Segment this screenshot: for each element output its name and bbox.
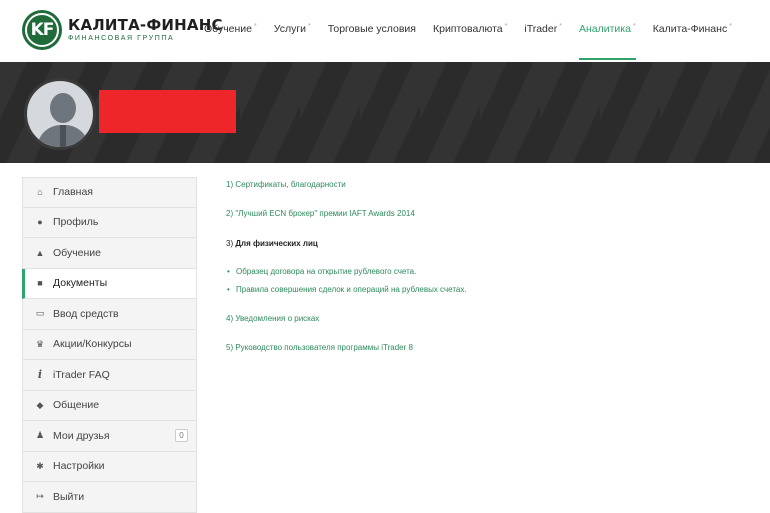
nav-item-label: Торговые условия xyxy=(327,23,416,35)
logo-text: КАЛИТА-ФИНАНС ФИНАНСОВАЯ ГРУППА xyxy=(68,17,223,43)
sign-out-icon: ↦ xyxy=(36,491,44,502)
caret-icon: * xyxy=(254,23,257,30)
sidebar-item-promotions[interactable]: ♛ Акции/Конкурсы xyxy=(22,329,197,360)
nav-item-label: Услуги xyxy=(273,23,307,35)
section-title: Для физических лиц xyxy=(235,239,318,248)
link-risk-notices[interactable]: 4) Уведомления о рисках xyxy=(226,314,319,323)
sidebar-item-itrader-faq[interactable]: i iTrader FAQ xyxy=(22,360,197,391)
avatar[interactable] xyxy=(24,78,96,150)
nav-item-crypto[interactable]: Криптовалюта * xyxy=(433,0,507,62)
caret-icon: * xyxy=(632,23,636,30)
logo-initials: KF xyxy=(30,20,55,40)
link-ruble-trading-rules[interactable]: Правила совершения сделок и операций на … xyxy=(226,285,467,294)
avatar-head xyxy=(50,93,76,123)
sidebar-item-label: Главная xyxy=(53,186,93,199)
account-sidebar: ⌂ Главная ● Профиль ▲ Обучение ■ Документы ▭… xyxy=(22,177,197,513)
nav-item-analytics[interactable]: Аналитика * xyxy=(578,0,636,62)
link-ruble-account-contract[interactable]: Образец договора на открытие рублевого с… xyxy=(226,267,416,276)
sidebar-item-deposit[interactable]: ▭ Ввод средств xyxy=(22,299,197,330)
graduation-cap-icon: ▲ xyxy=(35,247,45,258)
sidebar-item-home[interactable]: ⌂ Главная xyxy=(22,177,197,208)
gear-icon: ✱ xyxy=(36,460,44,471)
nav-item-label: Калита-Финанс xyxy=(652,23,728,35)
trophy-icon: ♛ xyxy=(35,338,45,349)
sidebar-item-label: Общение xyxy=(53,399,100,412)
section-number: 3) xyxy=(226,239,236,248)
link-certificates[interactable]: 1) Сертификаты, благодарности xyxy=(226,180,346,189)
sidebar-item-label: Обучение xyxy=(53,246,102,259)
sidebar-item-label: Документы xyxy=(53,277,108,290)
users-icon: ♟ xyxy=(35,430,45,441)
sidebar-item-label: Ввод средств xyxy=(53,307,119,320)
home-icon: ⌂ xyxy=(37,187,43,198)
sidebar-item-communication[interactable]: ◆ Общение xyxy=(22,390,197,421)
profile-banner xyxy=(0,62,770,163)
friends-count-badge: 0 xyxy=(175,429,188,442)
info-icon: i xyxy=(37,368,43,382)
nav-item-label: Аналитика xyxy=(578,23,631,35)
link-itrader-user-guide[interactable]: 5) Руководство пользователя программы iT… xyxy=(226,343,413,352)
nav-item-education[interactable]: Обучение * xyxy=(204,0,257,62)
nav-item-services[interactable]: Услуги * xyxy=(274,0,311,62)
logo-name: КАЛИТА-ФИНАНС xyxy=(68,16,223,34)
caret-icon: * xyxy=(308,23,311,30)
comments-icon: ◆ xyxy=(36,399,44,410)
sidebar-item-label: Настройки xyxy=(53,460,105,473)
nav-item-label: Криптовалюта xyxy=(432,23,503,35)
main-nav: Обучение * Услуги * Торговые условия Крипт… xyxy=(204,0,749,62)
section-heading-individuals: 3) Для физических лиц xyxy=(226,239,318,248)
nav-item-trading-conditions[interactable]: Торговые условия xyxy=(328,0,416,62)
link-ecn-broker-award[interactable]: 2) "Лучший ECN брокер" премии IAFT Award… xyxy=(226,209,415,218)
nav-item-itrader[interactable]: iTrader * xyxy=(524,0,562,62)
sidebar-item-label: Акции/Конкурсы xyxy=(53,338,132,351)
caret-icon: * xyxy=(729,23,732,30)
sidebar-item-profile[interactable]: ● Профиль xyxy=(22,207,197,238)
credit-card-icon: ▭ xyxy=(35,308,45,319)
sidebar-item-logout[interactable]: ↦ Выйти xyxy=(22,482,197,513)
logo[interactable]: KF КАЛИТА-ФИНАНС ФИНАНСОВАЯ ГРУППА xyxy=(22,10,223,50)
sidebar-item-label: Выйти xyxy=(53,490,85,503)
nav-item-label: Обучение xyxy=(204,23,253,35)
nav-item-label: iTrader xyxy=(524,23,558,35)
sidebar-item-settings[interactable]: ✱ Настройки xyxy=(22,451,197,482)
sidebar-item-label: iTrader FAQ xyxy=(53,368,110,381)
caret-icon: * xyxy=(504,23,508,30)
site-header: KF КАЛИТА-ФИНАНС ФИНАНСОВАЯ ГРУППА Обуче… xyxy=(0,0,770,62)
book-icon: ■ xyxy=(37,278,43,289)
sidebar-item-documents[interactable]: ■ Документы xyxy=(22,268,197,299)
logo-subtitle: ФИНАНСОВАЯ ГРУППА xyxy=(68,35,175,42)
sidebar-item-label: Мои друзья xyxy=(53,429,110,442)
caret-icon: * xyxy=(559,23,562,30)
sidebar-item-label: Профиль xyxy=(53,216,99,229)
sidebar-item-friends[interactable]: ♟ Мои друзья 0 xyxy=(22,421,197,452)
logo-badge-icon: KF xyxy=(22,10,62,50)
sidebar-item-education[interactable]: ▲ Обучение xyxy=(22,238,197,269)
nav-item-kalita-finance[interactable]: Калита-Финанс * xyxy=(653,0,732,62)
redacted-username xyxy=(99,90,236,133)
avatar-tie xyxy=(60,125,66,147)
user-icon: ● xyxy=(37,217,43,228)
